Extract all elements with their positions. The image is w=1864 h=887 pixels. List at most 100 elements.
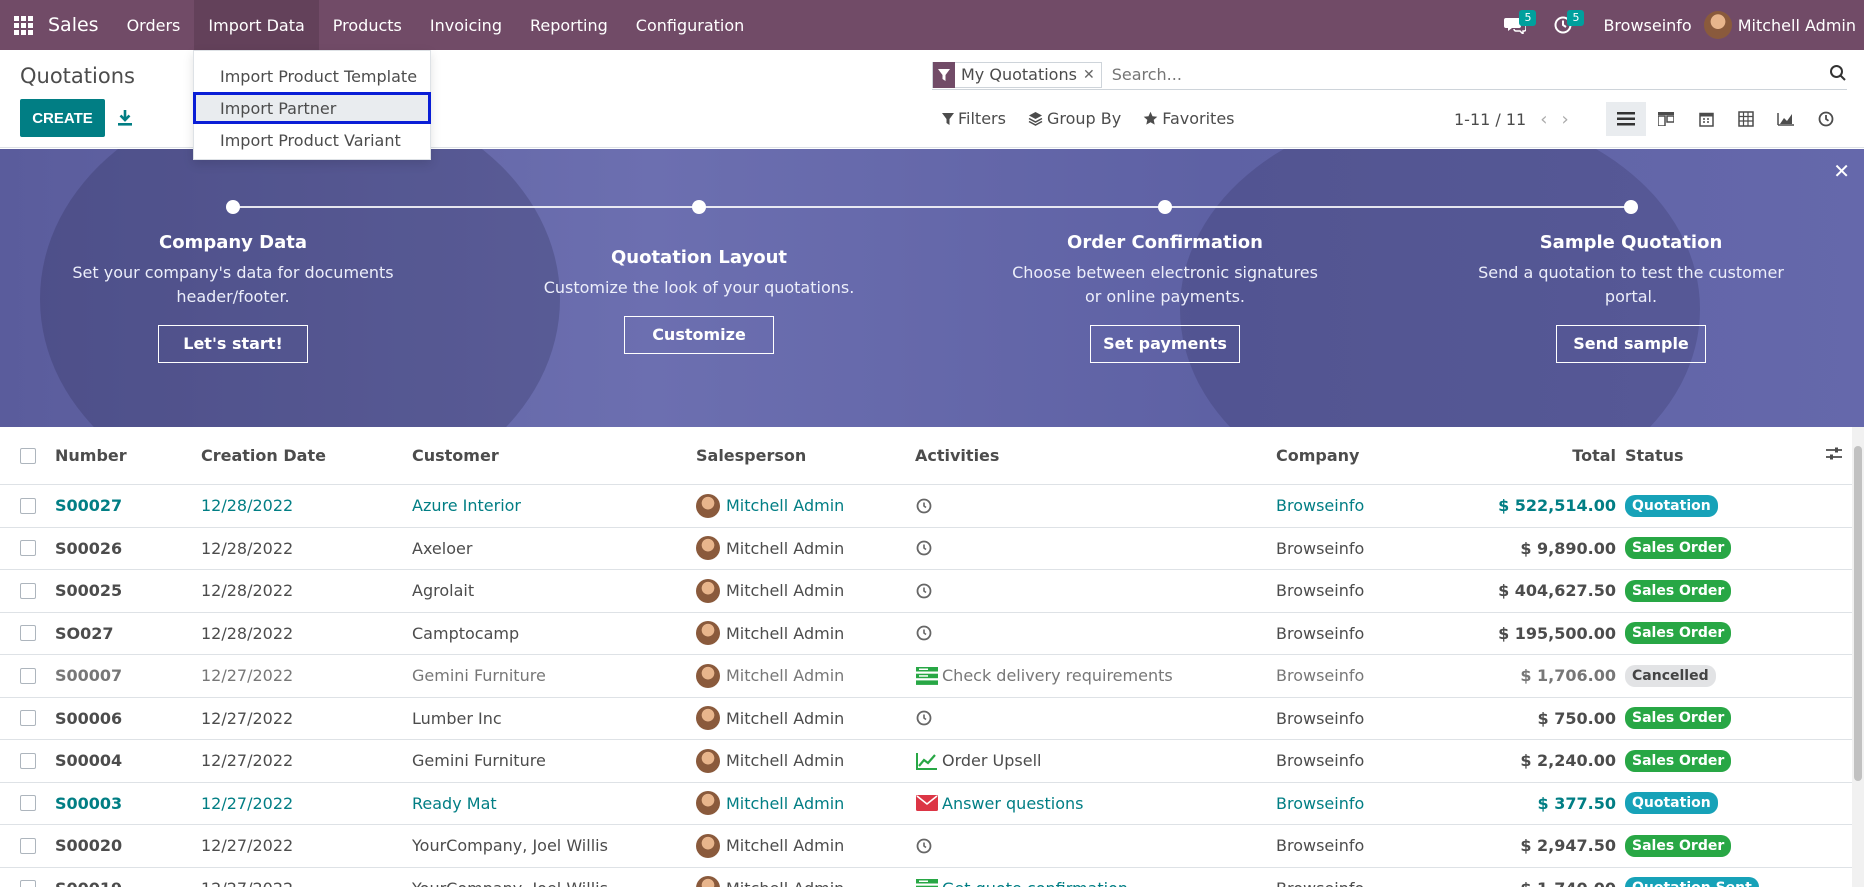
- pager-value[interactable]: 1-11 / 11: [1454, 110, 1526, 129]
- calendar-view-icon[interactable]: [1686, 102, 1726, 136]
- activity-summary[interactable]: Order Upsell: [942, 751, 1042, 770]
- table-row[interactable]: S00020 12/27/2022 YourCompany, Joel Willis…: [0, 825, 1852, 868]
- header-status[interactable]: Status: [1625, 446, 1684, 465]
- activity-summary[interactable]: Check delivery requirements: [942, 666, 1173, 685]
- create-button[interactable]: CREATE: [20, 99, 105, 137]
- table-row[interactable]: SO027 12/28/2022 Camptocamp Mitchell Admin B…: [0, 613, 1852, 655]
- header-number[interactable]: Number: [55, 446, 127, 465]
- dropdown-item-import-product-template[interactable]: Import Product Template: [194, 60, 430, 92]
- search-input[interactable]: [1111, 65, 1847, 84]
- header-total[interactable]: Total: [1572, 446, 1616, 465]
- header-creation-date[interactable]: Creation Date: [201, 446, 326, 465]
- menu-import-data[interactable]: Import Data: [194, 0, 319, 50]
- customer-name: Axeloer: [412, 538, 473, 558]
- favorites-button[interactable]: Favorites: [1143, 109, 1235, 128]
- group-by-button[interactable]: Group By: [1028, 109, 1121, 128]
- header-company[interactable]: Company: [1276, 446, 1359, 465]
- activity-clock-icon[interactable]: [916, 583, 932, 599]
- row-checkbox[interactable]: [20, 667, 36, 684]
- row-checkbox[interactable]: [20, 540, 36, 557]
- send-sample-button[interactable]: Send sample: [1556, 325, 1706, 363]
- activity-clock-icon[interactable]: [916, 540, 932, 556]
- menu-orders[interactable]: Orders: [113, 0, 195, 50]
- header-activities[interactable]: Activities: [915, 446, 999, 465]
- set-payments-button[interactable]: Set payments: [1090, 325, 1240, 363]
- activity-clock-icon[interactable]: [916, 710, 932, 726]
- app-brand[interactable]: Sales: [46, 0, 113, 50]
- activity-clock-icon[interactable]: [916, 838, 932, 854]
- order-number[interactable]: S00019: [55, 879, 122, 887]
- optional-columns-icon[interactable]: [1826, 447, 1842, 461]
- menu-products[interactable]: Products: [319, 0, 416, 50]
- row-checkbox[interactable]: [20, 837, 36, 854]
- activity-clock-icon[interactable]: [916, 498, 932, 514]
- order-number[interactable]: S00026: [55, 539, 122, 558]
- activity-cell: [916, 838, 932, 854]
- table-row[interactable]: S00006 12/27/2022 Lumber Inc Mitchell Admin…: [0, 698, 1852, 740]
- order-number[interactable]: S00003: [55, 794, 122, 813]
- row-checkbox[interactable]: [20, 497, 36, 514]
- order-number[interactable]: SO027: [55, 624, 114, 643]
- kanban-view-icon[interactable]: [1646, 102, 1686, 136]
- messages-button[interactable]: 5: [1495, 0, 1537, 50]
- table-row[interactable]: S00026 12/28/2022 Axeloer Mitchell Admin Bro…: [0, 528, 1852, 570]
- dropdown-item-import-partner[interactable]: Import Partner: [193, 92, 431, 124]
- pager-next-icon[interactable]: ›: [1561, 109, 1568, 130]
- company-switcher[interactable]: Browseinfo: [1591, 16, 1703, 35]
- todo-list-icon[interactable]: [916, 666, 938, 685]
- table-row[interactable]: S00007 12/27/2022 Gemini Furniture Mitchell…: [0, 655, 1852, 698]
- user-menu[interactable]: Mitchell Admin: [1703, 11, 1864, 39]
- pager: 1-11 / 11 ‹ ›: [1454, 109, 1569, 130]
- activity-view-icon[interactable]: [1806, 102, 1846, 136]
- order-number[interactable]: S00020: [55, 836, 122, 855]
- apps-menu-icon[interactable]: [0, 0, 46, 50]
- table-row[interactable]: S00004 12/27/2022 Gemini Furniture Mitchell…: [0, 740, 1852, 783]
- activities-button[interactable]: 5: [1543, 0, 1585, 50]
- quotations-table: Number Creation Date Customer Salesperso…: [0, 427, 1852, 887]
- order-number[interactable]: S00004: [55, 751, 122, 770]
- order-total: $ 377.50: [1537, 793, 1616, 813]
- customize-button[interactable]: Customize: [624, 316, 774, 354]
- menu-configuration[interactable]: Configuration: [622, 0, 759, 50]
- header-customer[interactable]: Customer: [412, 446, 499, 465]
- creation-date: 12/27/2022: [201, 879, 293, 887]
- row-checkbox[interactable]: [20, 880, 36, 887]
- table-row[interactable]: S00003 12/27/2022 Ready Mat Mitchell Admin A…: [0, 783, 1852, 825]
- row-checkbox[interactable]: [20, 795, 36, 812]
- row-checkbox[interactable]: [20, 625, 36, 642]
- order-number[interactable]: S00006: [55, 709, 122, 728]
- order-number[interactable]: S00027: [55, 496, 122, 515]
- todo-list-icon[interactable]: [916, 879, 938, 887]
- activity-summary[interactable]: Get quote confirmation: [942, 879, 1128, 887]
- menu-reporting[interactable]: Reporting: [516, 0, 622, 50]
- scrollbar-thumb[interactable]: [1854, 446, 1862, 781]
- banner-close-icon[interactable]: ✕: [1833, 159, 1850, 183]
- order-number[interactable]: S00007: [55, 666, 122, 685]
- salesperson: Mitchell Admin: [696, 493, 844, 518]
- table-row[interactable]: S00019 12/27/2022 YourCompany, Joel Willis…: [0, 868, 1852, 887]
- pivot-view-icon[interactable]: [1726, 102, 1766, 136]
- graph-view-icon[interactable]: [1766, 102, 1806, 136]
- list-view-icon[interactable]: [1606, 102, 1646, 136]
- table-row[interactable]: S00025 12/28/2022 Agrolait Mitchell Admin Br…: [0, 570, 1852, 613]
- email-icon[interactable]: [916, 795, 938, 812]
- order-number[interactable]: S00025: [55, 581, 122, 600]
- filters-button[interactable]: Filters: [942, 109, 1006, 128]
- table-row[interactable]: S00027 12/28/2022 Azure Interior Mitchell A…: [0, 485, 1852, 528]
- pager-previous-icon[interactable]: ‹: [1540, 109, 1547, 130]
- activity-summary[interactable]: Answer questions: [942, 794, 1083, 813]
- lets-start-button[interactable]: Let's start!: [158, 325, 308, 363]
- upsell-chart-icon[interactable]: [916, 752, 938, 770]
- row-checkbox[interactable]: [20, 752, 36, 769]
- select-all-checkbox[interactable]: [20, 447, 36, 464]
- dropdown-item-import-product-variant[interactable]: Import Product Variant: [194, 124, 430, 156]
- menu-invoicing[interactable]: Invoicing: [416, 0, 516, 50]
- status-badge: Sales Order: [1625, 707, 1732, 730]
- header-salesperson[interactable]: Salesperson: [696, 446, 806, 465]
- download-icon[interactable]: [116, 107, 134, 129]
- row-checkbox[interactable]: [20, 582, 36, 599]
- activity-clock-icon[interactable]: [916, 625, 932, 641]
- row-checkbox[interactable]: [20, 710, 36, 727]
- facet-remove-icon[interactable]: ✕: [1083, 67, 1101, 83]
- search-icon[interactable]: [1829, 64, 1847, 82]
